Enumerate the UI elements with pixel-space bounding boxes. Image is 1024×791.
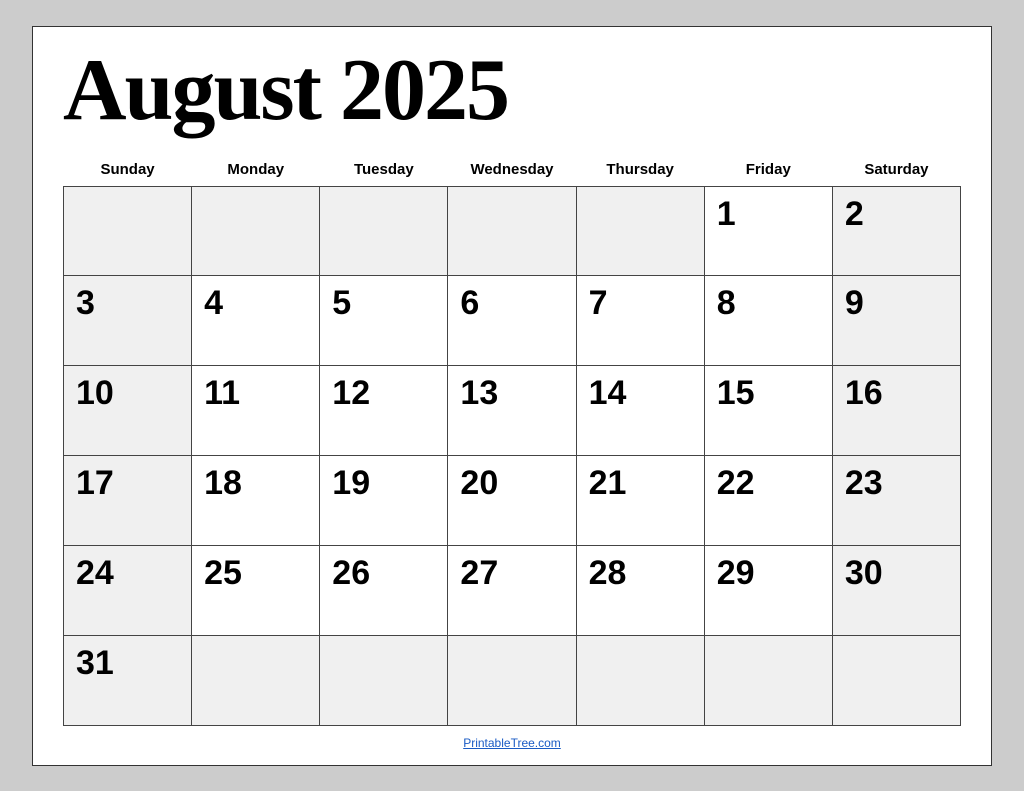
calendar-cell[interactable] [576,635,704,725]
calendar-cell[interactable]: 28 [576,545,704,635]
calendar-page: August 2025 SundayMondayTuesdayWednesday… [32,26,992,766]
day-header-tuesday: Tuesday [320,153,448,187]
calendar-cell[interactable] [448,186,576,276]
calendar-cell[interactable]: 19 [320,455,448,545]
day-header-monday: Monday [192,153,320,187]
calendar-cell[interactable]: 23 [832,455,960,545]
week-row-5: 24252627282930 [64,545,961,635]
calendar-cell[interactable] [192,186,320,276]
day-header-friday: Friday [704,153,832,187]
calendar-cell[interactable]: 26 [320,545,448,635]
calendar-cell[interactable]: 27 [448,545,576,635]
week-row-1: 12 [64,186,961,276]
calendar-cell[interactable] [576,186,704,276]
day-header-thursday: Thursday [576,153,704,187]
calendar-cell[interactable]: 6 [448,276,576,366]
calendar-cell[interactable] [448,635,576,725]
day-header-sunday: Sunday [64,153,192,187]
calendar-cell[interactable]: 13 [448,366,576,456]
days-header-row: SundayMondayTuesdayWednesdayThursdayFrid… [64,153,961,187]
calendar-body: 1234567891011121314151617181920212223242… [64,186,961,725]
day-header-wednesday: Wednesday [448,153,576,187]
calendar-cell[interactable]: 11 [192,366,320,456]
calendar-cell[interactable] [320,635,448,725]
calendar-cell[interactable]: 9 [832,276,960,366]
calendar-cell[interactable] [832,635,960,725]
day-header-saturday: Saturday [832,153,960,187]
calendar-cell[interactable]: 12 [320,366,448,456]
calendar-cell[interactable]: 24 [64,545,192,635]
footer-link[interactable]: PrintableTree.com [63,736,961,750]
calendar-cell[interactable]: 2 [832,186,960,276]
calendar-cell[interactable] [192,635,320,725]
week-row-3: 10111213141516 [64,366,961,456]
calendar-cell[interactable]: 17 [64,455,192,545]
calendar-cell[interactable]: 18 [192,455,320,545]
calendar-cell[interactable]: 7 [576,276,704,366]
calendar-cell[interactable]: 5 [320,276,448,366]
calendar-cell[interactable] [64,186,192,276]
calendar-cell[interactable]: 10 [64,366,192,456]
week-row-6: 31 [64,635,961,725]
calendar-cell[interactable] [320,186,448,276]
calendar-cell[interactable]: 3 [64,276,192,366]
calendar-cell[interactable]: 1 [704,186,832,276]
calendar-cell[interactable]: 4 [192,276,320,366]
calendar-cell[interactable]: 15 [704,366,832,456]
calendar-cell[interactable]: 31 [64,635,192,725]
calendar-cell[interactable] [704,635,832,725]
calendar-cell[interactable]: 30 [832,545,960,635]
calendar-cell[interactable]: 20 [448,455,576,545]
calendar-cell[interactable]: 22 [704,455,832,545]
calendar-cell[interactable]: 25 [192,545,320,635]
calendar-cell[interactable]: 29 [704,545,832,635]
calendar-cell[interactable]: 14 [576,366,704,456]
week-row-4: 17181920212223 [64,455,961,545]
calendar-table: SundayMondayTuesdayWednesdayThursdayFrid… [63,153,961,726]
calendar-title: August 2025 [63,47,961,135]
week-row-2: 3456789 [64,276,961,366]
calendar-cell[interactable]: 8 [704,276,832,366]
calendar-cell[interactable]: 21 [576,455,704,545]
calendar-cell[interactable]: 16 [832,366,960,456]
